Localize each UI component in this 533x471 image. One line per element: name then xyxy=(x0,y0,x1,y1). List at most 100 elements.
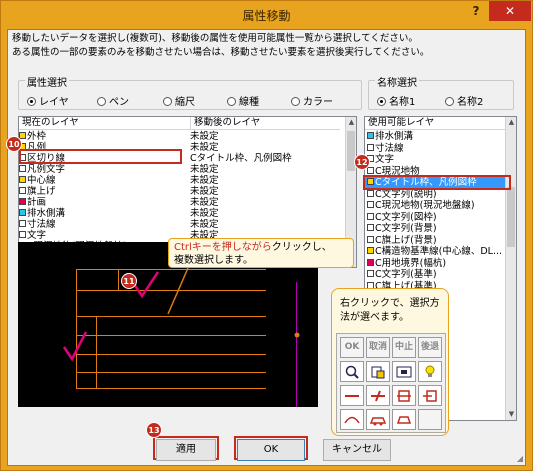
available-layer-row[interactable]: C文字列(背景) xyxy=(365,223,506,234)
palette-text: 右クリックで、選択方 法が選べます。 xyxy=(340,297,440,325)
available-layer-name: 文字 xyxy=(375,154,395,165)
badge-10: 10 xyxy=(6,136,22,152)
window-select-icon[interactable] xyxy=(392,361,416,382)
available-layer-row[interactable]: C文字列(基準) xyxy=(365,269,506,280)
radio-scale[interactable]: 縮尺 xyxy=(163,93,195,108)
close-button[interactable]: ✕ xyxy=(489,1,531,21)
curve-select-icon[interactable] xyxy=(340,409,364,430)
callout-pointer-icon xyxy=(167,267,189,315)
radio-name1[interactable]: 名称1 xyxy=(377,93,415,108)
palette-stop-button[interactable]: 中止 xyxy=(392,337,416,358)
current-layer-name: 計画 xyxy=(27,197,47,208)
layer-color-swatch xyxy=(19,209,26,216)
layer-color-swatch xyxy=(367,201,374,208)
radio-on-icon xyxy=(27,97,36,106)
cancel-button[interactable]: キャンセル xyxy=(323,439,391,461)
selection-tool-palette: OK 取消 中止 後退 xyxy=(336,333,446,433)
radio-layer[interactable]: レイヤ xyxy=(27,93,69,108)
available-layer-name: C文字列(説明) xyxy=(375,188,437,200)
layer-color-swatch xyxy=(19,231,26,238)
apply-button[interactable]: 適用 xyxy=(156,439,216,461)
dest-layer-name: 未設定 xyxy=(190,219,219,230)
available-layer-row[interactable]: C旗上げ(背景) xyxy=(365,235,506,246)
bulb-select-icon[interactable] xyxy=(418,361,442,382)
current-layer-name: 凡例文字 xyxy=(27,164,66,175)
vehicle-select-icon[interactable] xyxy=(392,409,416,430)
current-layer-row[interactable]: 旗上げ 未設定 xyxy=(19,186,345,197)
radio-off-icon xyxy=(163,97,172,106)
layer-color-swatch xyxy=(367,235,374,243)
scroll-down-icon[interactable]: ▼ xyxy=(507,410,516,419)
current-layer-row[interactable]: 外枠 未設定 xyxy=(19,131,345,142)
instruction-line-2: ある属性の一部の要素のみを移動させたい場合は、移動させたい要素を選択後実行してく… xyxy=(12,47,430,58)
available-layer-row[interactable]: C文字列(説明) xyxy=(365,189,506,200)
callout-multiselect: Ctrlキーを押しながらクリックし、 複数選択します。 xyxy=(168,238,354,268)
current-layer-row[interactable]: 凡例文字 未設定 xyxy=(19,164,345,175)
box-cross-select-icon[interactable] xyxy=(418,385,442,406)
dest-layer-name: 未設定 xyxy=(190,131,219,142)
layer-color-swatch xyxy=(367,189,374,197)
available-layer-row[interactable]: 排水側溝 xyxy=(365,131,506,142)
current-layer-row[interactable]: 計画 未設定 xyxy=(19,197,345,208)
radio-pen[interactable]: ペン xyxy=(97,93,129,108)
help-button[interactable]: ? xyxy=(463,1,489,21)
available-layer-row[interactable]: 寸法線 xyxy=(365,143,506,154)
resize-grip-icon[interactable]: ◢ xyxy=(517,454,523,463)
layer-color-swatch xyxy=(367,224,374,231)
available-layer-row[interactable]: C文字列(図枠) xyxy=(365,212,506,223)
scroll-up-icon[interactable]: ▲ xyxy=(347,118,356,127)
palette-undo-button[interactable]: 取消 xyxy=(366,337,390,358)
layer-color-swatch xyxy=(19,198,26,205)
available-layer-row[interactable]: 文字 xyxy=(365,154,506,165)
car-select-icon[interactable] xyxy=(366,409,390,430)
empty-palette-slot xyxy=(418,409,442,430)
col-dest-layer[interactable]: 移動後のレイヤ xyxy=(190,117,340,130)
name-select-group: 名称選択 名称1 名称2 xyxy=(368,74,514,110)
cross-line-select-icon[interactable] xyxy=(366,385,390,406)
scroll-thumb[interactable] xyxy=(507,187,515,247)
layer-color-swatch xyxy=(367,132,374,139)
instruction-line-1: 移動したいデータを選択し(複数可)、移動後の属性を使用可能属性一覧から選択してく… xyxy=(12,33,418,44)
radio-off-icon xyxy=(97,97,106,106)
layer-color-swatch xyxy=(367,247,374,254)
available-layer-row[interactable]: C用地境界(幅杭) xyxy=(365,258,506,269)
radio-off-icon xyxy=(291,97,300,106)
zoom-select-icon[interactable] xyxy=(340,361,364,382)
dest-layer-name: 未設定 xyxy=(190,197,219,208)
line-select-icon[interactable] xyxy=(340,385,364,406)
layer-color-swatch xyxy=(367,143,374,151)
ok-button[interactable]: OK xyxy=(237,439,305,461)
available-layer-row[interactable]: C現況地物(現況地盤線) xyxy=(365,200,506,211)
available-layer-name: C用地境界(幅杭) xyxy=(375,257,447,269)
col-available-layer[interactable]: 使用可能レイヤ xyxy=(365,117,506,130)
layer-color-swatch xyxy=(19,165,26,172)
attribute-select-group: 属性選択 レイヤ ペン 縮尺 線種 カラー xyxy=(18,74,362,110)
callout-palette: 右クリックで、選択方 法が選べます。 OK 取消 中止 後退 xyxy=(331,288,449,436)
badge-11: 11 xyxy=(121,273,137,289)
current-layer-row[interactable]: 中心線 未設定 xyxy=(19,175,345,186)
dest-layer-name: 未設定 xyxy=(190,142,219,153)
current-layer-row[interactable]: 排水側溝 未設定 xyxy=(19,208,345,219)
check-mark-icon xyxy=(62,331,88,362)
box-inside-select-icon[interactable] xyxy=(392,385,416,406)
col-current-layer[interactable]: 現在のレイヤ xyxy=(19,117,190,130)
palette-back-button[interactable]: 後退 xyxy=(418,337,442,358)
available-layer-row[interactable]: C構造物基準線(中心線、DL... xyxy=(365,246,506,257)
layer-select-icon[interactable] xyxy=(366,361,390,382)
scroll-up-icon[interactable]: ▲ xyxy=(507,118,516,127)
instructions: 移動したいデータを選択し(複数可)、移動後の属性を使用可能属性一覧から選択してく… xyxy=(12,32,429,60)
current-layer-name: 文字 xyxy=(27,230,47,241)
radio-linetype[interactable]: 線種 xyxy=(227,93,259,108)
dest-layer-name: 未設定 xyxy=(190,175,219,186)
radio-color[interactable]: カラー xyxy=(291,93,333,108)
dest-layer-name: Cタイトル枠、凡例図枠 xyxy=(190,153,292,164)
palette-ok-button[interactable]: OK xyxy=(340,337,364,358)
right-list-scrollbar[interactable]: ▲ ▼ xyxy=(505,117,516,420)
available-layer-name: C旗上げ(背景) xyxy=(375,234,437,246)
badge-13: 13 xyxy=(146,422,162,438)
title-bar: 属性移動 ? ✕ xyxy=(1,1,532,29)
current-layer-row[interactable]: 寸法線 未設定 xyxy=(19,219,345,230)
radio-name2[interactable]: 名称2 xyxy=(445,93,483,108)
radio-off-icon xyxy=(445,97,454,106)
available-layer-name: 排水側溝 xyxy=(375,131,414,142)
